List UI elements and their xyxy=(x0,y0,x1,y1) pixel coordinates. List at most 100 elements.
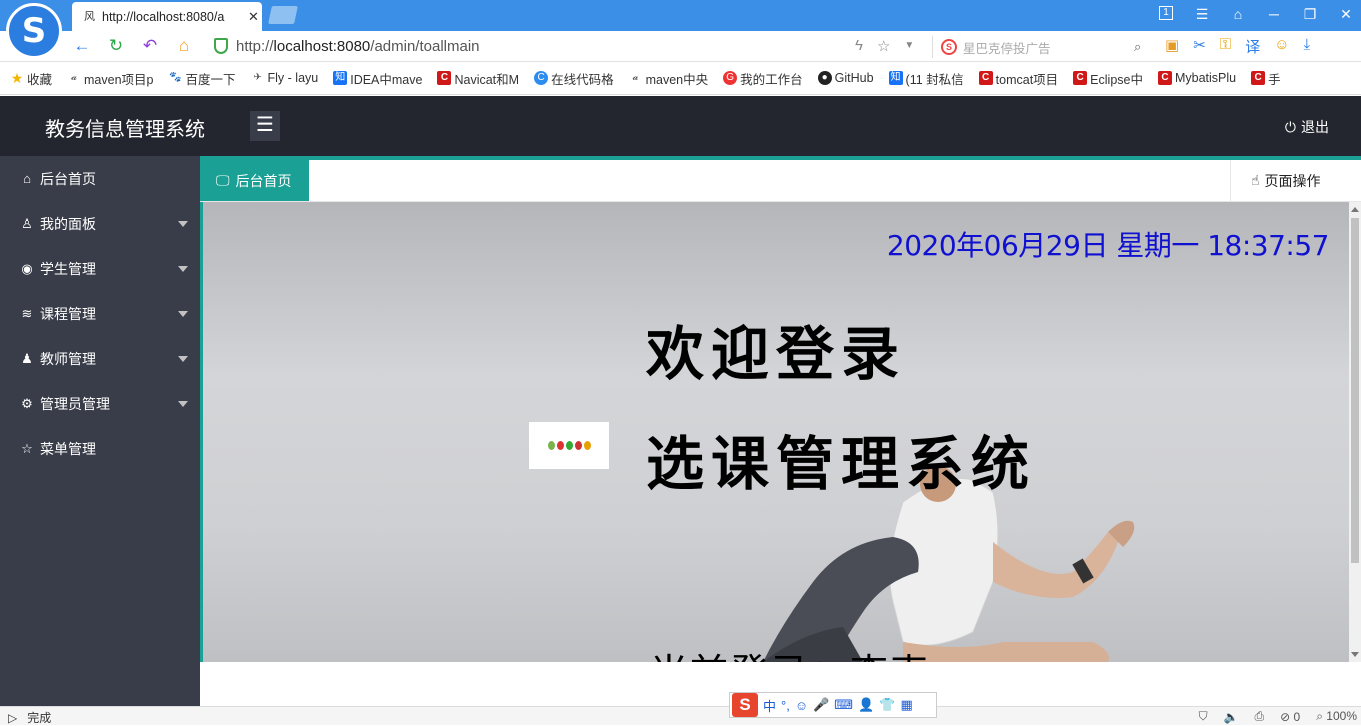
skin-shirt-icon[interactable]: 👕 xyxy=(879,697,895,713)
nav-buttons: ← ↻ ↶ ⌂ xyxy=(72,36,194,56)
bookmark-item[interactable]: ● GitHub xyxy=(817,71,874,85)
bookmark-item[interactable]: Ctomcat项目 xyxy=(978,69,1059,88)
sidebar-item-course-mgmt[interactable]: ≋ 课程管理 xyxy=(0,291,200,336)
user-icon: ♙ xyxy=(21,215,33,231)
teacher-icon: ♟ xyxy=(21,350,33,366)
lightning-icon[interactable]: ϟ xyxy=(855,37,863,55)
user-center-icon[interactable]: 👤 xyxy=(858,697,874,713)
bookmark-item[interactable]: G 我的工作台 xyxy=(723,69,803,88)
punctuation-icon[interactable]: °, xyxy=(781,698,790,713)
c-circle-icon: C xyxy=(534,71,549,85)
ime-toolbar: S 中 °, ☺ 🎤 ⌨ 👤 👕 ▦ xyxy=(729,692,937,718)
bookmark-label: 收藏 xyxy=(27,72,53,87)
sidebar-item-menu-mgmt[interactable]: ☆ 菜单管理 xyxy=(0,426,200,471)
scroll-up-icon[interactable] xyxy=(1351,207,1359,212)
logout-button[interactable]: ⏻ 退出 xyxy=(1285,117,1329,137)
adblock-count[interactable]: ⊘ 0 xyxy=(1280,710,1300,724)
page-operations-button[interactable]: ☝ 页面操作 xyxy=(1230,160,1361,201)
bookmark-label: GitHub xyxy=(834,71,874,85)
back-icon[interactable]: ← xyxy=(72,36,92,56)
keyboard-icon[interactable]: ⌨ xyxy=(834,697,853,713)
key-icon[interactable]: ⚿ xyxy=(1220,36,1231,57)
scissors-icon[interactable]: ✂ xyxy=(1193,36,1206,57)
tab-home-label: 后台首页 xyxy=(235,172,292,189)
bookmark-item[interactable]: 𝓪 maven中央 xyxy=(629,69,708,88)
bookmark-item[interactable]: 🐾 百度一下 xyxy=(169,69,235,88)
bookmark-item[interactable]: 知 IDEA中mave xyxy=(333,69,422,88)
bookmark-label: maven项目p xyxy=(84,72,154,87)
system-name-heading: 选课管理系统 xyxy=(646,430,1037,498)
browser-tab-active[interactable]: 风 http://localhost:8080/a ✕ xyxy=(72,2,262,31)
skin-icon[interactable]: ⌂ xyxy=(1231,6,1245,23)
sidebar-item-label: 我的面板 xyxy=(40,215,96,232)
bookmark-item[interactable]: C MybatisPlu xyxy=(1157,71,1236,85)
restore-icon[interactable]: ❐ xyxy=(1303,6,1317,23)
bookmark-item[interactable]: ★ 收藏 xyxy=(10,69,52,88)
sogou-ime-icon[interactable]: S xyxy=(732,693,758,717)
bookmark-label: tomcat项目 xyxy=(995,72,1059,87)
bookmark-item[interactable]: 知 (11 封私信 xyxy=(888,69,964,88)
security-shield-icon[interactable]: ⛉ xyxy=(1199,709,1208,724)
status-text: 完成 xyxy=(27,711,52,725)
app-header: 教务信息管理系统 ☰ ⏻ 退出 xyxy=(0,96,1361,156)
logout-label: 退出 xyxy=(1301,119,1329,135)
sidebar-item-student-mgmt[interactable]: ◉ 学生管理 xyxy=(0,246,200,291)
download-icon[interactable]: ⤓ xyxy=(1304,36,1311,57)
sidebar-item-label: 课程管理 xyxy=(40,305,96,322)
sidebar-item-label: 管理员管理 xyxy=(40,395,110,412)
home-nav-icon[interactable]: ⌂ xyxy=(174,36,194,56)
csdn-icon: C xyxy=(978,71,993,85)
bookmark-item[interactable]: ✈ Fly - layu xyxy=(251,71,318,85)
sidebar-item-home[interactable]: ⌂ 后台首页 xyxy=(0,156,200,201)
translate-icon[interactable]: 译 xyxy=(1245,36,1260,57)
secure-shield-icon xyxy=(214,38,228,54)
voice-icon[interactable]: 🎤 xyxy=(813,697,829,713)
menu-toggle-button[interactable]: ☰ xyxy=(250,111,280,141)
g-circle-icon: G xyxy=(723,71,738,85)
scroll-thumb[interactable] xyxy=(1351,218,1359,563)
ime-mode-label[interactable]: 中 xyxy=(763,696,776,715)
tab-count-icon[interactable]: 1 xyxy=(1159,6,1173,20)
url-text[interactable]: http://localhost:8080/admin/toallmain xyxy=(236,38,480,55)
bookmark-item[interactable]: C 在线代码格 xyxy=(534,69,614,88)
undo-icon[interactable]: ↶ xyxy=(140,36,160,56)
scroll-down-icon[interactable] xyxy=(1351,652,1359,657)
sidebar-item-my-panel[interactable]: ♙ 我的面板 xyxy=(0,201,200,246)
minimize-icon[interactable]: ─ xyxy=(1267,6,1281,23)
status-play-icon[interactable]: ▷ xyxy=(8,711,17,725)
csdn-icon: C xyxy=(437,71,452,85)
zoom-level[interactable]: ⌕ 100% xyxy=(1316,709,1357,724)
github-icon: ● xyxy=(817,71,832,85)
sidebar-item-teacher-mgmt[interactable]: ♟ 教师管理 xyxy=(0,336,200,381)
tab-home[interactable]: 🖵 后台首页 xyxy=(200,160,309,201)
volume-icon[interactable]: 🔈 xyxy=(1224,710,1239,724)
close-window-icon[interactable]: ✕ xyxy=(1339,6,1353,23)
system-logo xyxy=(529,422,609,469)
search-field[interactable]: S 星巴克停投广告 ⌕ xyxy=(932,36,1152,58)
bookmark-item[interactable]: 𝓪 maven项目p xyxy=(67,69,153,88)
url-field[interactable]: http://localhost:8080/admin/toallmain xyxy=(214,34,924,58)
browser-logo-icon[interactable]: S xyxy=(6,3,62,59)
monitor-icon: 🖵 xyxy=(216,172,230,188)
csdn-icon: C xyxy=(1251,71,1266,85)
menu-icon[interactable]: ☰ xyxy=(1195,6,1209,23)
bookmark-item[interactable]: C手 xyxy=(1251,69,1281,88)
bookmark-star-icon[interactable]: ☆ xyxy=(877,37,890,55)
tab-close-icon[interactable]: ✕ xyxy=(248,9,259,25)
frame-scrollbar[interactable] xyxy=(1349,202,1361,662)
new-tab-button[interactable] xyxy=(268,6,298,24)
dropdown-arrow-icon[interactable]: ▼ xyxy=(904,40,914,55)
search-icon[interactable]: ⌕ xyxy=(1134,39,1141,55)
bookmark-item[interactable]: C Navicat和M xyxy=(437,69,519,88)
reload-icon[interactable]: ↻ xyxy=(106,36,126,56)
emoji-icon[interactable]: ☺ xyxy=(795,698,808,713)
screenshot-icon[interactable]: ⎙ xyxy=(1255,709,1265,724)
zhihu-icon: 知 xyxy=(333,71,348,85)
sidebar-item-admin-mgmt[interactable]: ⚙ 管理员管理 xyxy=(0,381,200,426)
maven-icon: 𝓪 xyxy=(71,72,77,83)
ext-doc-icon[interactable]: ▣ xyxy=(1165,36,1179,57)
bookmark-label: 在线代码格 xyxy=(551,72,614,87)
toolbox-icon[interactable]: ▦ xyxy=(900,697,912,713)
bookmark-item[interactable]: C Eclipse中 xyxy=(1073,69,1143,88)
more-ext-icon[interactable]: ☺ xyxy=(1274,36,1289,57)
